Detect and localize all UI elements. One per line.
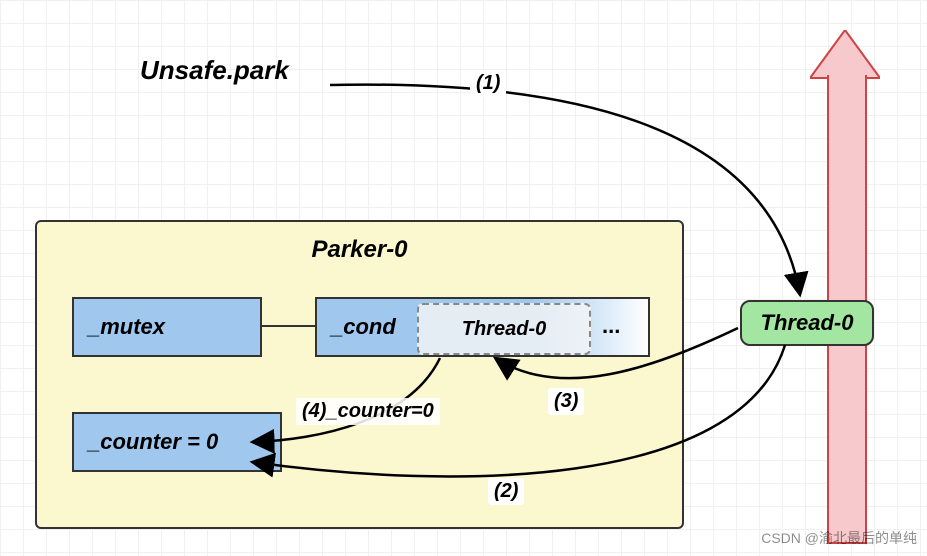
step-label-2: (2) [488,478,524,505]
cond-label: _cond [331,314,396,340]
watermark: CSDN @渝北最后的单纯 [761,528,917,548]
cond-ellipsis: ... [602,313,620,339]
parker-title: Parker-0 [311,236,407,264]
field-counter: _counter = 0 [72,412,282,472]
mutex-label: _mutex [88,314,165,340]
field-cond: _cond Thread-0 ... [315,297,650,357]
thread-node-label: Thread-0 [761,310,854,336]
mutex-cond-connector [262,325,317,327]
thread-node-0: Thread-0 [740,300,874,346]
cond-thread-label: Thread-0 [462,318,546,341]
cond-thread-slot: Thread-0 [417,303,591,355]
step-label-3: (3) [548,388,584,415]
step-label-1: (1) [470,70,506,97]
diagram-title: Unsafe.park [140,55,289,86]
timeline-arrow [810,30,880,542]
field-mutex: _mutex [72,297,262,357]
parker-box: Parker-0 _mutex _cond Thread-0 ... _coun… [35,220,684,529]
counter-label: _counter = 0 [88,429,218,455]
step-label-4: (4)_counter=0 [296,398,440,425]
